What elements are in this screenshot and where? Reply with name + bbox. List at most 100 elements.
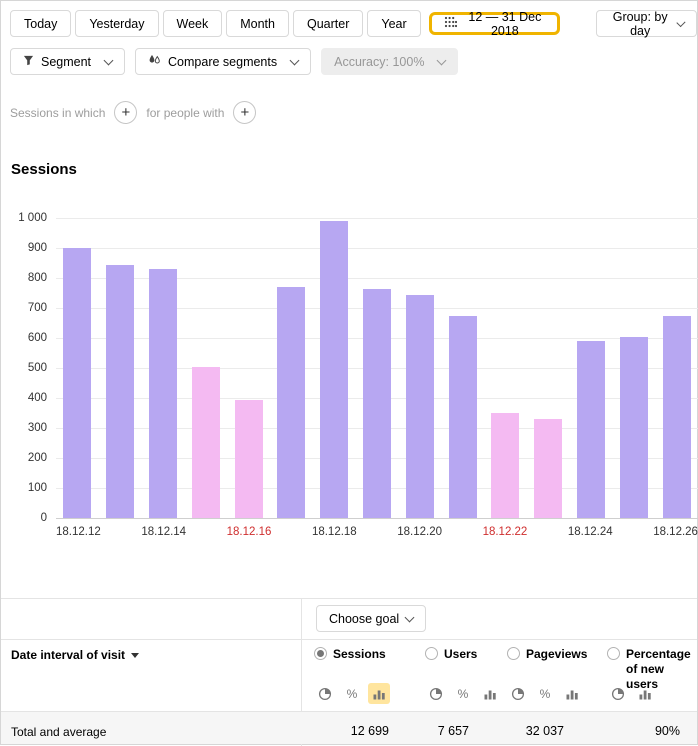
droplets-icon <box>148 54 161 69</box>
x-axis-label: 18.12.14 <box>141 526 186 538</box>
table-top-divider <box>1 598 697 599</box>
period-button-yesterday[interactable]: Yesterday <box>75 10 158 37</box>
chart-bar-18.12.21[interactable] <box>449 316 477 519</box>
for-people-with-label: for people with <box>146 106 224 120</box>
y-axis-tick: 800 <box>1 272 47 284</box>
compare-segments-button[interactable]: Compare segments <box>135 48 311 75</box>
chart-bar-18.12.17[interactable] <box>277 287 305 518</box>
chart-bar-18.12.16[interactable] <box>235 400 263 519</box>
bars-chart-icon-button[interactable] <box>479 683 501 704</box>
chart-bar-18.12.20[interactable] <box>406 295 434 519</box>
total-row-label: Total and average <box>11 725 106 739</box>
chart-bar-18.12.26[interactable] <box>663 316 691 519</box>
period-button-today[interactable]: Today <box>10 10 71 37</box>
percent-chart-icon-button[interactable]: % <box>534 683 556 704</box>
pie-chart-icon-button[interactable] <box>507 683 529 704</box>
column-header-users: Users <box>425 647 477 661</box>
chart-bar-18.12.24[interactable] <box>577 341 605 518</box>
bar-slot <box>655 218 698 518</box>
y-axis-tick: 200 <box>1 452 47 464</box>
chevron-down-icon <box>405 612 415 622</box>
x-axis-label: 18.12.26 <box>653 526 698 538</box>
total-percentage-value: 90% <box>655 724 680 738</box>
chart-bars <box>56 218 698 518</box>
x-axis-label: 18.12.20 <box>397 526 442 538</box>
sessions-bar-chart: 1 0009008007006005004003002001000 18.12.… <box>1 206 698 558</box>
add-user-filter-button[interactable]: + <box>233 101 256 124</box>
x-slot <box>101 526 142 538</box>
accuracy-dropdown[interactable]: Accuracy: 100% <box>321 48 458 75</box>
pie-chart-icon-button[interactable] <box>425 683 447 704</box>
group-by-dropdown[interactable]: Group: by day <box>596 10 697 37</box>
period-button-week[interactable]: Week <box>163 10 223 37</box>
add-session-filter-button[interactable]: + <box>114 101 137 124</box>
x-slot <box>613 526 654 538</box>
y-axis-tick: 900 <box>1 242 47 254</box>
x-slot <box>527 526 568 538</box>
x-axis-label: 18.12.18 <box>312 526 357 538</box>
x-axis-label: 18.12.12 <box>56 526 101 538</box>
sessions-in-which-label: Sessions in which <box>10 106 105 120</box>
y-axis-tick: 400 <box>1 392 47 404</box>
segment-label: Segment <box>41 55 91 69</box>
chart-bar-18.12.14[interactable] <box>149 269 177 518</box>
y-axis: 1 0009008007006005004003002001000 <box>1 218 47 518</box>
date-range-label: 12 — 31 Dec 2018 <box>465 10 545 38</box>
period-button-month[interactable]: Month <box>226 10 289 37</box>
chevron-down-icon <box>677 17 686 26</box>
display-mode-icons-users: % <box>425 683 501 704</box>
chart-bar-18.12.18[interactable] <box>320 221 348 518</box>
pie-chart-icon-button[interactable] <box>607 683 629 704</box>
column-label: Pageviews <box>526 647 587 661</box>
row-dimension-dropdown[interactable]: Date interval of visit <box>11 648 139 662</box>
chart-bar-18.12.22[interactable] <box>491 413 519 518</box>
period-button-quarter[interactable]: Quarter <box>293 10 363 37</box>
display-mode-icons-sessions: % <box>314 683 390 704</box>
bars-chart-icon-button[interactable] <box>368 683 390 704</box>
chart-bar-18.12.15[interactable] <box>192 367 220 519</box>
column-label: Users <box>444 647 477 661</box>
chart-bar-18.12.25[interactable] <box>620 337 648 519</box>
choose-goal-dropdown[interactable]: Choose goal <box>316 605 426 632</box>
pie-chart-icon-button[interactable] <box>314 683 336 704</box>
chart-bar-18.12.13[interactable] <box>106 265 134 519</box>
x-slot: 18.12.14 <box>141 526 186 538</box>
y-axis-tick: 100 <box>1 482 47 494</box>
metric-radio-users[interactable] <box>425 647 438 660</box>
bar-slot <box>356 218 399 518</box>
display-mode-icons-percentage <box>607 683 656 704</box>
column-header-sessions: Sessions <box>314 647 386 661</box>
x-slot: 18.12.16 <box>227 526 272 538</box>
filter-funnel-icon <box>23 55 34 69</box>
bar-slot <box>270 218 313 518</box>
y-axis-tick: 700 <box>1 302 47 314</box>
x-axis: 18.12.12 18.12.14 18.12.16 18.12.18 18.12.20… <box>56 526 698 538</box>
chart-bar-18.12.12[interactable] <box>63 248 91 518</box>
chevron-down-icon <box>104 55 114 65</box>
segment-button[interactable]: Segment <box>10 48 125 75</box>
date-range-picker[interactable]: 12 — 31 Dec 2018 <box>429 12 560 35</box>
chart-bar-18.12.23[interactable] <box>534 419 562 518</box>
compare-segments-label: Compare segments <box>168 55 277 69</box>
bars-chart-icon-button[interactable] <box>634 683 656 704</box>
y-axis-tick: 0 <box>1 512 47 524</box>
y-axis-tick: 600 <box>1 332 47 344</box>
metric-radio-pageviews[interactable] <box>507 647 520 660</box>
metric-radio-percentage-new-users[interactable] <box>607 647 620 660</box>
total-row: Total and average 12 699 7 657 32 037 90… <box>1 712 697 744</box>
x-slot <box>357 526 398 538</box>
x-slot: 18.12.26 <box>653 526 698 538</box>
accuracy-label: Accuracy: 100% <box>334 55 424 69</box>
y-axis-tick: 300 <box>1 422 47 434</box>
bar-slot <box>313 218 356 518</box>
bars-chart-icon-button[interactable] <box>561 683 583 704</box>
percent-chart-icon-button[interactable]: % <box>341 683 363 704</box>
chart-bar-18.12.19[interactable] <box>363 289 391 519</box>
percent-chart-icon-button[interactable]: % <box>452 683 474 704</box>
metric-radio-sessions[interactable] <box>314 647 327 660</box>
period-button-year[interactable]: Year <box>367 10 420 37</box>
bar-slot <box>227 218 270 518</box>
x-slot <box>271 526 312 538</box>
total-sessions-value: 12 699 <box>351 724 389 738</box>
group-by-label: Group: by day <box>609 10 671 38</box>
